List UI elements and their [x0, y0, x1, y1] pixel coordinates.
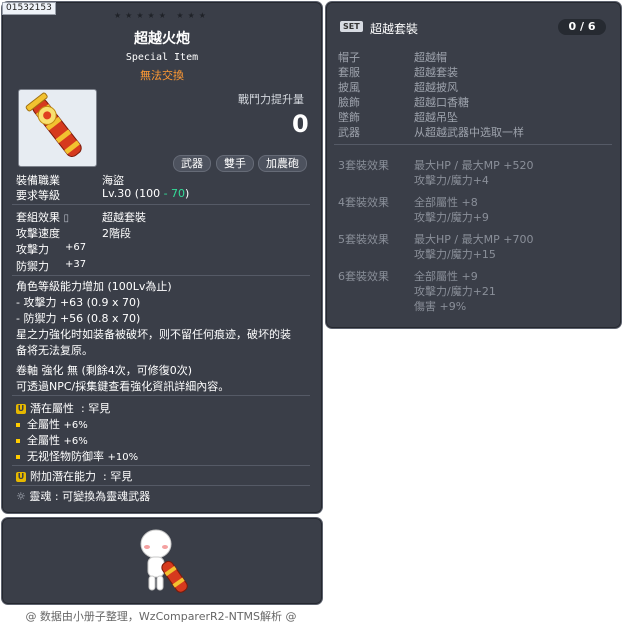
defense-label: 防禦力: [16, 260, 49, 273]
bullet-icon: [16, 439, 20, 443]
star-force-stars: ★★★★★ ★★★: [114, 11, 210, 20]
level-scaling-defense: - 防禦力 +56 (0.8 x 70): [16, 312, 141, 325]
soul-flame-icon: ☼: [16, 490, 26, 503]
divider: [334, 144, 612, 145]
set-effect-line: 最大HP / 最大MP +700: [414, 233, 534, 246]
job-label: 裝備職業: [16, 174, 60, 187]
set-part-slot: 武器: [338, 126, 360, 139]
attack-speed-label: 攻擊速度: [16, 227, 60, 240]
attack-speed-value: 2階段: [102, 227, 131, 240]
item-icon-box: [18, 89, 97, 167]
set-part-name: 超越口香糖: [414, 96, 469, 109]
job-value: 海盜: [102, 174, 124, 187]
tag-cannon: 加農砲: [258, 155, 307, 172]
set-part-name: 超越套装: [414, 66, 458, 79]
set-part-name: 超越披风: [414, 81, 458, 94]
set-part-slot: 臉飾: [338, 96, 360, 109]
potential-line: 全屬性 +6%: [16, 432, 88, 448]
set-effect-line: 全部屬性 +8: [414, 196, 478, 209]
potential-line-value: +6%: [63, 436, 88, 447]
scroll-info: 卷軸 強化 無 (剩餘4次，可修復0次): [16, 364, 193, 377]
additional-potential-grade: : 罕見: [103, 470, 133, 483]
set-effect-tier-label: 3套裝效果: [338, 159, 389, 172]
bullet-icon: [16, 455, 20, 459]
enhance-info: 可透過NPC/採集鍵查看強化資訊詳細內容。: [16, 380, 230, 393]
star-force-warning-2: 备将无法复原。: [16, 344, 93, 357]
item-tooltip: 01532153 ★★★★★ ★★★ 超越火炮 Special Item 無法交…: [1, 1, 323, 514]
set-effect-line: 攻擊力/魔力+4: [414, 174, 489, 187]
additional-potential-icon: U: [16, 472, 26, 482]
set-part-slot: 帽子: [338, 51, 360, 64]
divider: [12, 395, 310, 396]
trade-restriction: 無法交換: [140, 69, 184, 82]
set-effect-line: 攻擊力/魔力+9: [414, 211, 489, 224]
divider: [12, 204, 310, 205]
set-title: 超越套裝: [370, 22, 419, 36]
set-effect-line: 傷害 +9%: [414, 300, 467, 313]
power-gain-label: 戰鬥力提升量: [238, 93, 304, 106]
potential-line: 无视怪物防御率 +10%: [16, 448, 138, 464]
level-scaling-header: 角色等級能力增加 (100Lv為止): [16, 280, 172, 293]
item-subtitle: Special Item: [125, 52, 199, 63]
set-part-name: 超越吊坠: [414, 111, 458, 124]
defense-value: +37: [65, 259, 87, 270]
set-effect-line: 攻擊力/魔力+21: [414, 285, 496, 298]
req-level-close: ): [185, 187, 190, 200]
potential-line-name: 全屬性: [27, 434, 60, 447]
set-effect-tier-label: 4套裝效果: [338, 196, 389, 209]
req-level-reduction: - 70: [163, 187, 186, 200]
req-level-base: Lv.30 (100: [102, 187, 164, 200]
potential-line: 全屬性 +6%: [16, 416, 88, 432]
bullet-icon: [16, 423, 20, 427]
set-part-slot: 披風: [338, 81, 360, 94]
soul-line: ☼ 靈魂 : 可變換為靈魂武器: [16, 488, 150, 504]
attack-label: 攻擊力: [16, 243, 49, 256]
divider: [12, 465, 310, 466]
set-effect-value: 超越套裝: [102, 211, 146, 224]
tag-two-handed: 雙手: [216, 155, 254, 172]
set-effect-label-text: 套組效果: [16, 211, 60, 224]
set-count: 0 / 6: [558, 19, 606, 35]
divider: [12, 485, 310, 486]
potential-line-value: +10%: [107, 452, 139, 463]
set-part-slot: 套服: [338, 66, 360, 79]
additional-potential-header: U 附加潛在能力 : 罕見: [16, 468, 132, 484]
set-effect-line: 最大HP / 最大MP +520: [414, 159, 534, 172]
character-avatar: [140, 529, 188, 593]
cannon-icon: [25, 92, 82, 158]
set-effect-panel: SET 超越套裝 0 / 6 帽子 超越帽 套服 超越套装 披風 超越披风 臉飾…: [325, 1, 622, 329]
set-effect-tier-label: 5套裝效果: [338, 233, 389, 246]
potential-line-name: 无视怪物防御率: [27, 450, 104, 463]
potential-grade: : 罕見: [81, 402, 111, 415]
set-effect-label: 套組效果 ▯: [16, 209, 69, 225]
set-badge: SET: [340, 21, 363, 32]
item-name: 超越火炮: [134, 31, 190, 47]
item-code: 01532153: [2, 2, 56, 15]
potential-label: 潛在屬性: [30, 402, 74, 415]
avatar-preview-panel: [1, 517, 323, 605]
additional-potential-label: 附加潛在能力: [30, 470, 96, 483]
soul-line-text: 靈魂 : 可變換為靈魂武器: [29, 490, 151, 503]
power-gain-value: 0: [292, 110, 309, 138]
potential-line-name: 全屬性: [27, 418, 60, 431]
potential-icon: U: [16, 404, 26, 414]
potential-header: U 潛在屬性 : 罕見: [16, 400, 110, 416]
req-level-label: 要求等級: [16, 189, 60, 202]
star-force-warning-1: 星之力強化时如装备被破坏，则不留任何痕迹，破坏的装: [16, 328, 291, 341]
req-level-value: Lv.30 (100 - 70): [102, 187, 189, 200]
set-part-name: 从超越武器中选取一样: [414, 126, 524, 139]
set-effect-line: 全部屬性 +9: [414, 270, 478, 283]
set-part-name: 超越帽: [414, 51, 447, 64]
mouse-icon: ▯: [63, 213, 70, 224]
set-part-slot: 墜飾: [338, 111, 360, 124]
level-scaling-attack: - 攻擊力 +63 (0.9 x 70): [16, 296, 141, 309]
attack-value: +67: [65, 242, 87, 253]
potential-line-value: +6%: [63, 420, 88, 431]
set-effect-tier-label: 6套裝效果: [338, 270, 389, 283]
set-effect-line: 攻擊力/魔力+15: [414, 248, 496, 261]
divider: [12, 275, 310, 276]
tag-weapon: 武器: [173, 155, 211, 172]
